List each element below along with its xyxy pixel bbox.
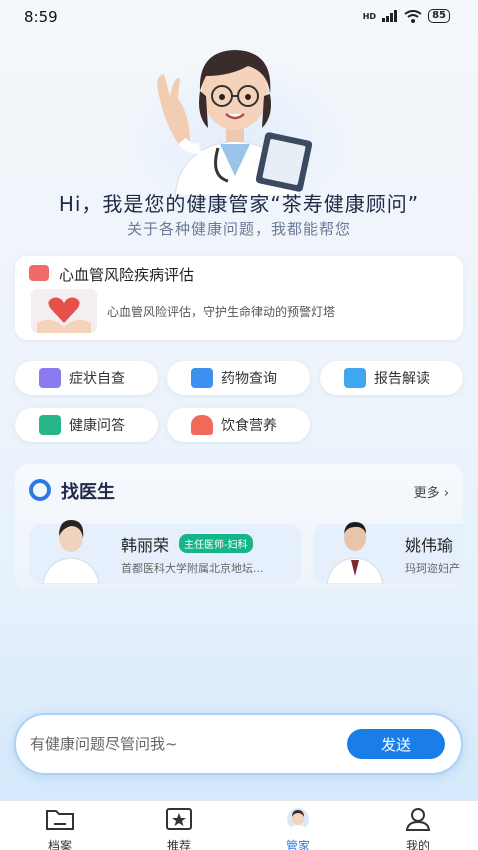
assessment-icon: [29, 265, 49, 281]
food-icon: [191, 415, 213, 435]
hd-label: HD: [362, 11, 377, 21]
star-icon: [166, 808, 192, 830]
doctor-card[interactable]: 韩丽荣 主任医师-妇科 首都医科大学附属北京地坛...: [29, 520, 301, 585]
assistant-avatar: [150, 36, 320, 197]
symptom-check-label: 症状自查: [69, 371, 125, 387]
send-button[interactable]: 发送: [347, 729, 445, 759]
battery-indicator: 85: [428, 9, 450, 23]
chevron-right-icon: ›: [443, 486, 449, 501]
doctor-title-badge: 主任医师-妇科: [179, 534, 253, 553]
medicine-query-button[interactable]: 药物查询: [167, 361, 310, 395]
signal-icon: [382, 10, 398, 22]
question-input-bar: 发送: [14, 713, 463, 775]
find-doctor-title: 找医生: [61, 482, 115, 503]
doctor-avatar-illustration: [157, 50, 313, 197]
status-icons: HD 85: [363, 9, 450, 23]
assistant-avatar-icon: [287, 808, 309, 831]
tab-mine[interactable]: 我的: [383, 807, 453, 850]
folder-icon: [46, 810, 74, 830]
tab-recommend[interactable]: 推荐: [144, 807, 214, 850]
report-icon: [344, 368, 366, 388]
tab-records[interactable]: 档案: [25, 807, 95, 850]
question-input[interactable]: [30, 731, 330, 757]
doctor-hospital: 首都医科大学附属北京地坛...: [121, 562, 264, 575]
doctor-photo: [325, 512, 385, 585]
tab-records-label: 档案: [47, 839, 72, 850]
medicine-icon: [191, 368, 213, 388]
cardio-risk-card[interactable]: 心血管风险疾病评估 心血管风险评估，守护生命律动的预警灯塔: [15, 256, 463, 340]
symptom-check-button[interactable]: 症状自查: [15, 361, 158, 395]
status-time: 8:59: [24, 8, 58, 26]
doctor-photo: [41, 512, 101, 585]
doctor-hospital: 玛珂迩妇产: [405, 562, 460, 575]
status-bar: 8:59 HD 85: [0, 0, 478, 34]
medicine-query-label: 药物查询: [221, 371, 277, 387]
more-label: 更多: [413, 486, 440, 501]
symptom-search-icon: [39, 368, 61, 388]
doctor-card[interactable]: 姚伟瑜 玛珂迩妇产: [313, 522, 463, 585]
tab-butler-label: 管家: [285, 839, 310, 850]
user-icon: [405, 808, 431, 831]
doctor-name: 韩丽荣: [121, 536, 170, 555]
heart-in-hands-image: [31, 289, 97, 333]
diet-nutrition-button[interactable]: 饮食营养: [167, 408, 310, 442]
greeting-subtitle: 关于各种健康问题，我都能帮您: [126, 220, 351, 238]
diet-nutrition-label: 饮食营养: [221, 418, 277, 434]
tab-mine-label: 我的: [405, 839, 430, 850]
more-doctors-link[interactable]: 更多 ›: [414, 482, 449, 501]
cardio-risk-title: 心血管风险疾病评估: [59, 266, 195, 284]
search-doctor-icon: [29, 479, 51, 501]
greeting-title: Hi，我是您的健康管家“茶寿健康顾问”: [58, 192, 420, 216]
qa-icon: [39, 415, 61, 435]
cardio-risk-description: 心血管风险评估，守护生命律动的预警灯塔: [107, 305, 336, 319]
wifi-icon: [404, 9, 422, 23]
report-interpret-button[interactable]: 报告解读: [320, 361, 463, 395]
tab-recommend-label: 推荐: [166, 839, 191, 850]
find-doctor-section: 找医生 更多 › 韩丽荣 主任医师-妇科 首都医科大学附属北京地坛... 姚伟瑜…: [15, 464, 463, 589]
bottom-tab-bar: 档案 推荐 管家 我的: [0, 800, 478, 850]
health-qa-label: 健康问答: [69, 418, 125, 434]
health-qa-button[interactable]: 健康问答: [15, 408, 158, 442]
report-interpret-label: 报告解读: [374, 371, 430, 387]
tab-butler[interactable]: 管家: [263, 807, 333, 850]
doctor-name: 姚伟瑜: [405, 536, 454, 555]
